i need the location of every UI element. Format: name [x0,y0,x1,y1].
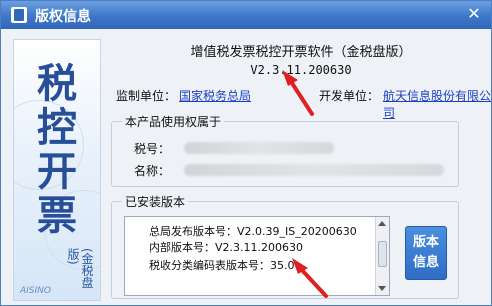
version-list-scrollbar[interactable] [375,217,389,295]
owner-group: 本产品使用权属于 税号： 名称： [111,113,459,187]
version-number: V2.3.11.200630 [250,63,352,77]
banner-title: 税控开票 [30,62,77,238]
developer-label: 开发单位： [319,89,380,103]
brand-logo: AISINO [20,286,51,296]
version-list[interactable]: 总局发布版本号：V2.0.39_IS_20200630 内部版本号：V2.3.1… [124,216,390,296]
copyright-dialog: 版权信息 ✕ 税控开票 (金税盘版) AISINO 增值税发票税控开票软件（金税… [0,0,492,306]
owner-group-title: 本产品使用权属于 [122,113,225,130]
installed-version-group: 已安装版本 总局发布版本号：V2.0.39_IS_20200630 内部版本号：… [111,193,459,299]
scroll-up-icon[interactable] [378,221,386,226]
version-info-button[interactable]: 版本信息 [405,226,447,280]
banner-subtitle: (金税盘版) [66,248,94,289]
tax-id-label: 税号： [134,142,171,156]
company-name-redacted [184,164,444,176]
release-version-line: 总局发布版本号：V2.0.39_IS_20200630 [149,225,357,238]
installed-group-title: 已安装版本 [122,193,189,210]
tax-id-redacted [184,142,334,154]
title-bar[interactable]: 版权信息 ✕ [1,1,491,29]
supervisor-link[interactable]: 国家税务总局 [179,87,251,104]
close-icon[interactable]: ✕ [463,5,485,23]
developer-link[interactable]: 航天信息股份有限公司 [383,87,491,121]
window-title: 版权信息 [35,9,91,25]
internal-version-line: 内部版本号：V2.3.11.200630 [149,241,303,254]
scroll-down-icon[interactable] [378,286,386,291]
app-icon [11,7,27,23]
tax-code-version-line: 税收分类编码表版本号：35.0 [149,259,295,272]
product-banner: 税控开票 (金税盘版) AISINO [13,39,101,301]
company-name-label: 名称： [134,164,171,178]
version-info-label: 版本信息 [412,235,439,270]
scroll-thumb[interactable] [378,241,387,267]
product-name: 增值税发票税控开票软件（金税盘版） [190,45,412,60]
supervisor-label: 监制单位： [116,89,177,103]
